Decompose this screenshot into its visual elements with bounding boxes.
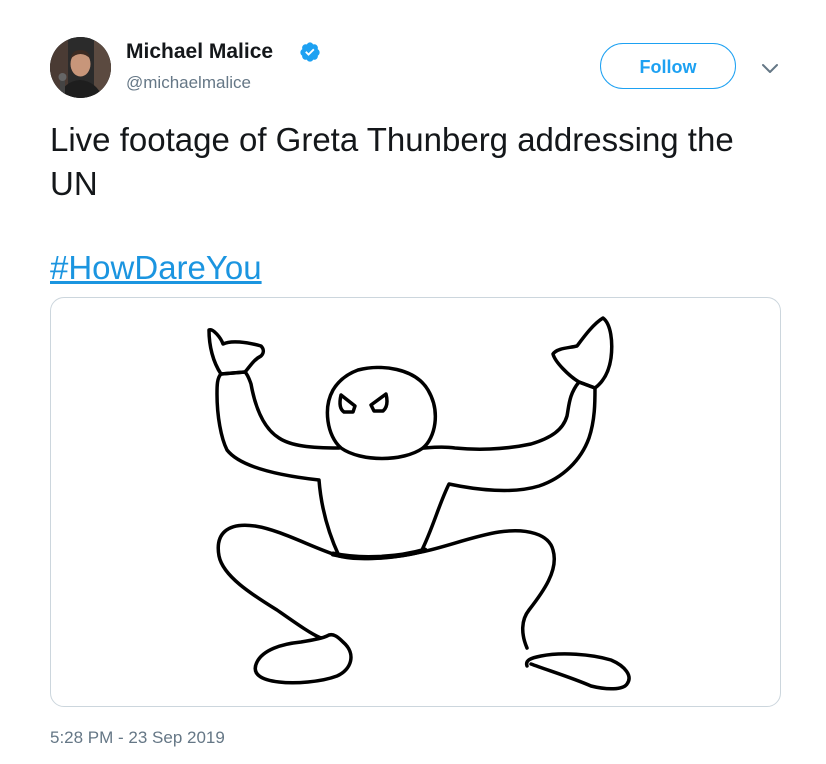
tweet-text: Live footage of Greta Thunberg addressin…	[50, 121, 734, 202]
figure-right-fist	[551, 316, 614, 390]
tweet-media[interactable]	[50, 297, 781, 707]
hashtag-link[interactable]: #HowDareYou	[50, 246, 262, 290]
follow-button[interactable]: Follow	[600, 43, 736, 89]
figure-right-eye	[369, 392, 389, 413]
stick-figure-drawing	[207, 316, 631, 691]
figure-legs	[216, 523, 631, 691]
tweet-timestamp[interactable]: 5:28 PM - 23 Sep 2019	[50, 728, 225, 748]
verified-badge-icon	[300, 42, 320, 62]
figure-left-eye	[338, 393, 357, 414]
avatar[interactable]	[50, 37, 111, 98]
figure-belt	[330, 547, 428, 560]
author-handle[interactable]: @michaelmalice	[126, 73, 251, 93]
author-name[interactable]: Michael Malice	[126, 40, 273, 64]
tweet-card: Michael Malice @michaelmalice Follow Liv…	[0, 0, 826, 764]
chevron-down-icon[interactable]	[760, 60, 780, 78]
figure-left-fist	[207, 328, 266, 376]
avatar-image	[50, 37, 111, 98]
